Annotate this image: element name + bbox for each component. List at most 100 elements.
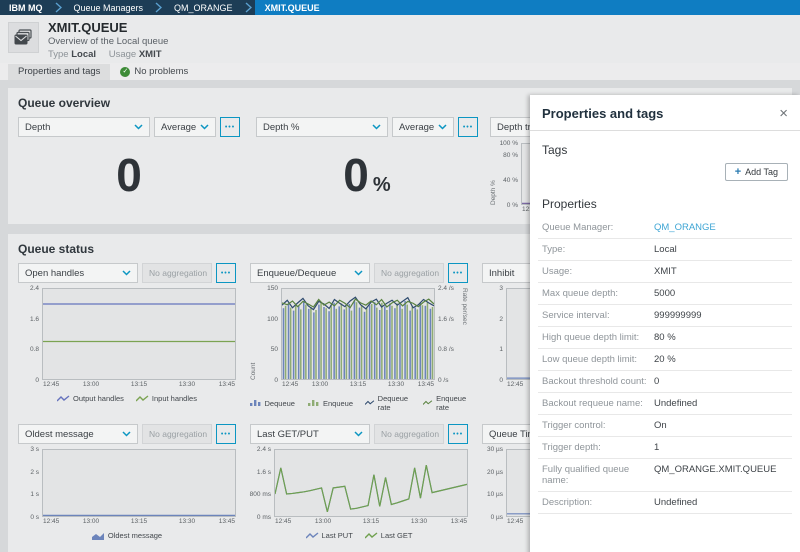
open-handles-chart: 2.41.60.8012:4513:0013:1513:3013:45Outpu… bbox=[18, 288, 236, 403]
property-label: Max queue depth: bbox=[542, 288, 654, 299]
depth-value: 0 bbox=[18, 149, 240, 201]
last-getput-chart: 2.4 s1.6 s800 ms0 ms12:4513:0013:1513:30… bbox=[250, 449, 468, 540]
depth-percent-metric: Depth % Average ••• 0% bbox=[256, 117, 478, 216]
check-icon: ✓ bbox=[120, 67, 130, 77]
chevron-down-icon bbox=[134, 124, 143, 130]
breadcrumb-chevron-icon bbox=[52, 0, 65, 15]
breadcrumb-xmit-queue[interactable]: XMIT.QUEUE bbox=[255, 0, 330, 15]
oldest-message-options-button[interactable]: ••• bbox=[216, 424, 236, 444]
chevron-down-icon bbox=[438, 124, 447, 130]
panel-title: Properties and tags bbox=[542, 106, 663, 121]
property-value: Local bbox=[654, 244, 677, 255]
status-text: No problems bbox=[134, 66, 188, 77]
page-subtitle: Overview of the Local queue bbox=[48, 36, 172, 47]
property-value: 1 bbox=[654, 442, 659, 453]
breadcrumb-queue-managers[interactable]: Queue Managers bbox=[65, 0, 153, 15]
oldest-message-select[interactable]: Oldest message bbox=[18, 424, 138, 444]
plus-icon: + bbox=[735, 168, 741, 177]
chevron-down-icon bbox=[443, 431, 444, 437]
property-label: Type: bbox=[542, 244, 654, 255]
page-meta: Type Local Usage XMIT bbox=[48, 49, 172, 60]
property-label: Fully qualified queue name: bbox=[542, 464, 654, 486]
chevron-down-icon bbox=[200, 124, 209, 130]
queue-icon bbox=[8, 22, 39, 53]
enqueue-dequeue-chart: Count15010050012:4513:0013:1513:3013:452… bbox=[250, 288, 468, 412]
chevron-down-icon bbox=[211, 431, 212, 437]
page-header: XMIT.QUEUE Overview of the Local queue T… bbox=[0, 15, 800, 63]
property-value: 80 % bbox=[654, 332, 676, 343]
properties-heading: Properties bbox=[530, 193, 800, 213]
line-legend-icon bbox=[365, 532, 378, 540]
open-handles-options-button[interactable]: ••• bbox=[216, 263, 236, 283]
property-value: XMIT bbox=[654, 266, 677, 277]
property-value-link[interactable]: QM_ORANGE bbox=[654, 222, 716, 233]
breadcrumb-qm-orange[interactable]: QM_ORANGE bbox=[165, 0, 242, 15]
property-label: Queue Manager: bbox=[542, 222, 654, 233]
depth-percent-options-button[interactable]: ••• bbox=[458, 117, 478, 137]
aggregation-select: No aggregation bbox=[142, 263, 212, 283]
tab-bar: Properties and tags ✓ No problems bbox=[0, 63, 800, 80]
usage-value: XMIT bbox=[139, 49, 162, 60]
enqueue-dequeue-options-button[interactable]: ••• bbox=[448, 263, 468, 283]
depth-aggregation-select[interactable]: Average bbox=[154, 117, 216, 137]
chart-legend: Last PUTLast GET bbox=[250, 531, 468, 540]
page-title: XMIT.QUEUE bbox=[48, 21, 172, 35]
tab-properties-and-tags[interactable]: Properties and tags bbox=[8, 64, 110, 80]
chart-legend: Output handlesInput handles bbox=[18, 394, 236, 403]
property-row: Backout requeue name:Undefined bbox=[538, 393, 792, 415]
oldest-message-module: Oldest message No aggregation ••• 3 s2 s… bbox=[18, 424, 236, 540]
area-legend-icon bbox=[92, 532, 105, 540]
type-label: Type bbox=[48, 49, 69, 60]
property-row: Trigger depth:1 bbox=[538, 437, 792, 459]
line-legend-icon bbox=[365, 399, 375, 407]
property-row: Fully qualified queue name:QM_ORANGE.XMI… bbox=[538, 459, 792, 492]
property-row: Trigger control:On bbox=[538, 415, 792, 437]
depth-percent-value: 0% bbox=[256, 149, 478, 211]
last-getput-options-button[interactable]: ••• bbox=[448, 424, 468, 444]
breadcrumb-chevron-icon bbox=[152, 0, 165, 15]
property-row: Backout threshold count:0 bbox=[538, 371, 792, 393]
aggregation-select: No aggregation bbox=[374, 424, 444, 444]
depth-percent-aggregation-select[interactable]: Average bbox=[392, 117, 454, 137]
brand-ibm-mq[interactable]: IBM MQ bbox=[0, 0, 52, 15]
property-row: Type:Local bbox=[538, 239, 792, 261]
last-getput-select[interactable]: Last GET/PUT bbox=[250, 424, 370, 444]
properties-panel: Properties and tags × Tags + Add Tag Pro… bbox=[530, 95, 800, 552]
close-icon[interactable]: × bbox=[779, 108, 788, 120]
depth-options-button[interactable]: ••• bbox=[220, 117, 240, 137]
property-row: Service interval:999999999 bbox=[538, 305, 792, 327]
chart-legend: Oldest message bbox=[18, 531, 236, 540]
property-row: Max queue depth:5000 bbox=[538, 283, 792, 305]
chevron-down-icon bbox=[122, 270, 131, 276]
property-label: Backout threshold count: bbox=[542, 376, 654, 387]
chart-legend: DequeueEnqueueDequeue rateEnqueue rate bbox=[250, 394, 468, 412]
enqueue-dequeue-module: Enqueue/Dequeue No aggregation ••• Count… bbox=[250, 263, 468, 412]
chevron-down-icon bbox=[354, 270, 363, 276]
enqueue-dequeue-select[interactable]: Enqueue/Dequeue bbox=[250, 263, 370, 283]
property-label: Usage: bbox=[542, 266, 654, 277]
open-handles-module: Open handles No aggregation ••• 2.41.60.… bbox=[18, 263, 236, 412]
status-indicator: ✓ No problems bbox=[120, 66, 188, 77]
property-value: 0 bbox=[654, 376, 659, 387]
usage-label: Usage bbox=[109, 49, 136, 60]
property-label: Low queue depth limit: bbox=[542, 354, 654, 365]
line-legend-icon bbox=[423, 399, 433, 407]
property-row: Queue Manager:QM_ORANGE bbox=[538, 217, 792, 239]
depth-metric-select[interactable]: Depth bbox=[18, 117, 150, 137]
breadcrumb-chevron-icon bbox=[242, 0, 255, 15]
property-row: Usage:XMIT bbox=[538, 261, 792, 283]
add-tag-button[interactable]: + Add Tag bbox=[725, 163, 788, 181]
bars-legend-icon bbox=[249, 399, 262, 407]
property-value: 999999999 bbox=[654, 310, 702, 321]
type-value: Local bbox=[71, 49, 96, 60]
line-legend-icon bbox=[136, 395, 149, 403]
property-row: Low queue depth limit:20 % bbox=[538, 349, 792, 371]
property-label: Trigger depth: bbox=[542, 442, 654, 453]
property-row: Description:Undefined bbox=[538, 492, 792, 514]
top-navigation-bar: IBM MQ Queue Managers QM_ORANGE XMIT.QUE… bbox=[0, 0, 800, 15]
property-label: Service interval: bbox=[542, 310, 654, 321]
oldest-message-chart: 3 s2 s1 s0 s12:4513:0013:1513:3013:45Old… bbox=[18, 449, 236, 540]
properties-list: Queue Manager:QM_ORANGEType:LocalUsage:X… bbox=[530, 217, 800, 514]
depth-percent-select[interactable]: Depth % bbox=[256, 117, 388, 137]
open-handles-select[interactable]: Open handles bbox=[18, 263, 138, 283]
